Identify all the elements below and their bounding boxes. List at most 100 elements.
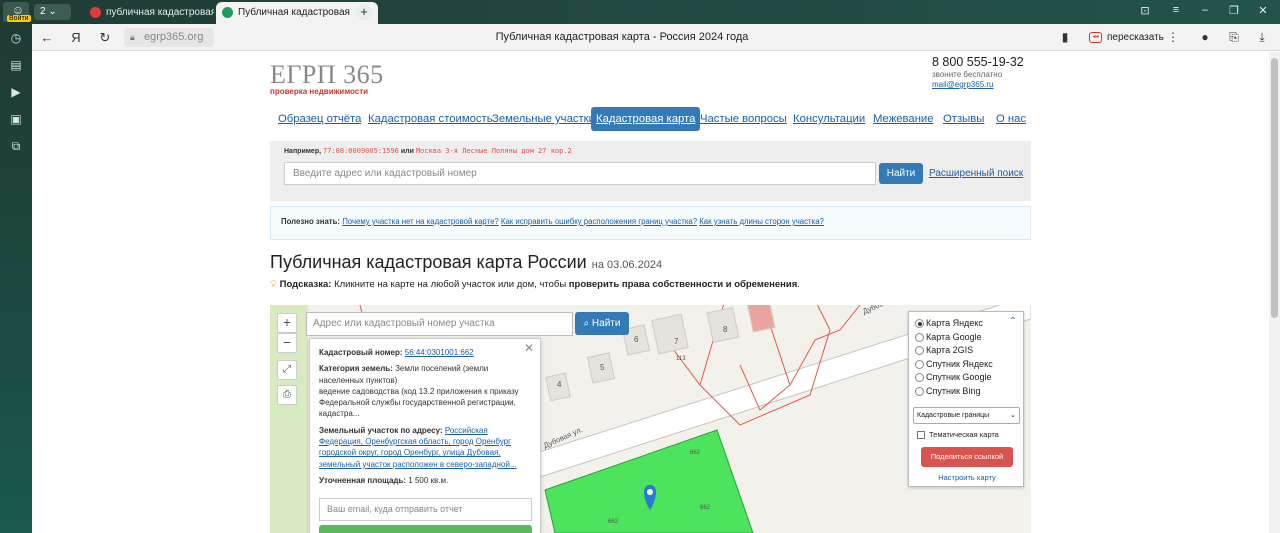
building	[651, 313, 689, 355]
url-text: egrp365.org	[144, 31, 204, 43]
house-number: 113	[676, 356, 686, 362]
useful-link-side-lengths[interactable]: Как узнать длины сторон участка?	[699, 217, 824, 226]
menu-item-faq[interactable]: Частые вопросы	[700, 107, 787, 131]
layer-option-yandex-map[interactable]: Карта Яндекс	[915, 317, 983, 330]
close-icon[interactable]: ✕	[524, 341, 534, 355]
menu-item-land-plots[interactable]: Земельные участки	[492, 107, 595, 131]
cadastral-map[interactable]: 4 5 6 7 8 113 Дубовая ул. Дубов 662 662 …	[270, 305, 1031, 533]
boundary-type-select[interactable]: Кадастровые границы ⌄	[913, 407, 1020, 424]
menu-item-consultations[interactable]: Консультации	[793, 107, 865, 131]
more-icon[interactable]: ⋮	[1165, 29, 1181, 45]
yandex-favicon-icon	[90, 7, 101, 18]
menu-item-cadastral-map[interactable]: Кадастровая карта	[591, 107, 701, 131]
page-heading-date: на 03.06.2024	[591, 259, 663, 271]
parcel-label: 662	[700, 505, 711, 511]
hint-line: 💡︎ Подсказка: Кликните на карте на любой …	[270, 279, 800, 290]
phone-note: звоните бесплатно	[932, 70, 1003, 79]
history-icon[interactable]: ◷	[8, 30, 24, 46]
page-heading-title: Публичная кадастровая карта России	[270, 252, 587, 272]
map-search-input[interactable]: Адрес или кадастровый номер участка	[306, 312, 573, 336]
yandex-icon[interactable]: Я	[67, 29, 85, 47]
useful-link-missing-plot[interactable]: Почему участка нет на кадастровой карте?	[342, 217, 499, 226]
close-window-icon[interactable]: ✕	[1255, 4, 1271, 17]
notes-icon[interactable]: ▤	[8, 57, 24, 73]
back-icon[interactable]: ←	[38, 29, 56, 47]
radio[interactable]	[915, 359, 924, 369]
retell-button[interactable]: ◂◂ пересказать	[1089, 29, 1164, 46]
layer-option-yandex-satellite[interactable]: Спутник Яндекс	[915, 358, 993, 371]
menu-item-reviews[interactable]: Отзывы	[943, 107, 984, 131]
bookmark-icon[interactable]: ▮	[1057, 29, 1073, 45]
collections-icon[interactable]: ⊡	[1137, 4, 1153, 17]
radio[interactable]	[915, 373, 924, 382]
site-logo[interactable]: ЕГРП 365 проверка недвижимости	[270, 60, 384, 96]
building-highlighted	[746, 305, 776, 333]
page-title-bar: Публичная кадастровая карта - Россия 202…	[495, 31, 749, 43]
video-icon[interactable]: ▶	[8, 84, 24, 100]
house-number: 4	[557, 380, 562, 389]
page-scrollbar[interactable]	[1269, 52, 1280, 533]
phone-number[interactable]: 8 800 555-19-32	[932, 55, 1042, 69]
map-layers-panel: ⌃ Карта Яндекс Карта Google Карта 2GIS С…	[908, 311, 1024, 487]
radio[interactable]	[915, 386, 924, 396]
layer-option-google-satellite[interactable]: Спутник Google	[915, 371, 991, 384]
search-icon: ⌕	[583, 318, 590, 329]
useful-link-fix-boundaries[interactable]: Как исправить ошибку расположения границ…	[501, 217, 697, 226]
extension-icon[interactable]: ●	[1197, 29, 1213, 45]
tab-counter[interactable]: 2 ⌄	[34, 4, 71, 20]
advanced-search-link[interactable]: Расширенный поиск	[929, 163, 1023, 184]
menu-icon[interactable]: ≡	[1168, 4, 1184, 16]
tabs-counter-icon[interactable]: ▣	[8, 111, 24, 127]
reader-icon[interactable]: ⎘	[1226, 29, 1242, 45]
layer-option-google-map[interactable]: Карта Google	[915, 331, 982, 344]
tab-bar: 2 ⌄ публичная кадастровая к Публичная ка…	[32, 0, 1280, 24]
layer-option-2gis-map[interactable]: Карта 2GIS	[915, 344, 973, 357]
checkbox[interactable]	[917, 431, 925, 439]
radio[interactable]	[915, 346, 924, 355]
setup-map-link[interactable]: Настроить карту	[909, 473, 1025, 482]
page-content: ЕГРП 365 проверка недвижимости 8 800 555…	[32, 52, 1269, 533]
radio-checked[interactable]	[915, 319, 924, 328]
email-link[interactable]: mail@egrp365.ru	[932, 80, 1042, 89]
radio[interactable]	[915, 332, 924, 342]
url-field[interactable]: 🔒︎ egrp365.org	[124, 28, 214, 47]
share-link-button[interactable]: Поделиться ссылкой	[921, 447, 1013, 467]
popup-cad-number-link[interactable]: 56:44:0301001:662	[405, 348, 474, 357]
example-cad-number[interactable]: 77:08:0009005:1596	[323, 147, 399, 155]
menu-item-cadastral-value[interactable]: Кадастровая стоимость	[368, 107, 493, 131]
menu-item-surveying[interactable]: Межевание	[873, 107, 934, 131]
chevron-up-icon[interactable]: ⌃	[1009, 316, 1017, 327]
login-button[interactable]: ☺ Войти	[3, 2, 31, 22]
popup-cad-number-row: Кадастровый номер: 56:44:0301001:662	[319, 348, 474, 357]
tab-inactive[interactable]: публичная кадастровая к	[84, 2, 214, 24]
tab-active[interactable]: Публичная кадастровая ✕	[216, 2, 378, 24]
tab-title: публичная кадастровая к	[106, 7, 214, 18]
download-icon[interactable]: ⤓	[1254, 29, 1270, 45]
report-email-input[interactable]: Ваш email, куда отправить отчет	[319, 498, 532, 521]
scrollbar-thumb[interactable]	[1271, 58, 1278, 318]
check-favicon-icon	[222, 7, 233, 18]
menu-item-about[interactable]: О нас	[996, 107, 1026, 131]
new-tab-button[interactable]: +	[356, 4, 372, 20]
popup-area-row: Уточненная площадь: 1 500 кв.м.	[319, 475, 449, 485]
minimize-icon[interactable]: –	[1197, 4, 1213, 16]
search-input[interactable]: Введите адрес или кадастровый номер	[284, 162, 876, 185]
layer-option-bing-satellite[interactable]: Спутник Bing	[915, 385, 980, 398]
main-menu: Образец отчёта Кадастровая стоимость Зем…	[270, 107, 1031, 131]
restore-icon[interactable]: ❐	[1226, 4, 1242, 17]
menu-item-sample-report[interactable]: Образец отчёта	[278, 107, 361, 131]
map-search-button[interactable]: ⌕ Найти	[575, 312, 629, 335]
send-report-button[interactable]	[319, 525, 532, 533]
thematic-map-checkbox[interactable]: Тематическая карта	[917, 430, 999, 440]
search-panel: Например, 77:08:0009005:1596 или Москва …	[270, 141, 1031, 201]
print-icon[interactable]: ⎙	[277, 385, 297, 405]
screenshot-icon[interactable]: ⧉	[8, 138, 24, 154]
zoom-in-button[interactable]: +	[277, 313, 297, 333]
house-number: 5	[600, 363, 605, 372]
zoom-out-button[interactable]: −	[277, 333, 297, 353]
lock-icon: 🔒︎	[130, 32, 135, 42]
search-button[interactable]: Найти	[879, 163, 923, 184]
fullscreen-icon[interactable]: ⤢	[277, 360, 297, 380]
reload-icon[interactable]: ↻	[96, 29, 114, 47]
example-address[interactable]: Москва 3-я Лесные Поляны дом 27 кор.2	[416, 147, 572, 155]
